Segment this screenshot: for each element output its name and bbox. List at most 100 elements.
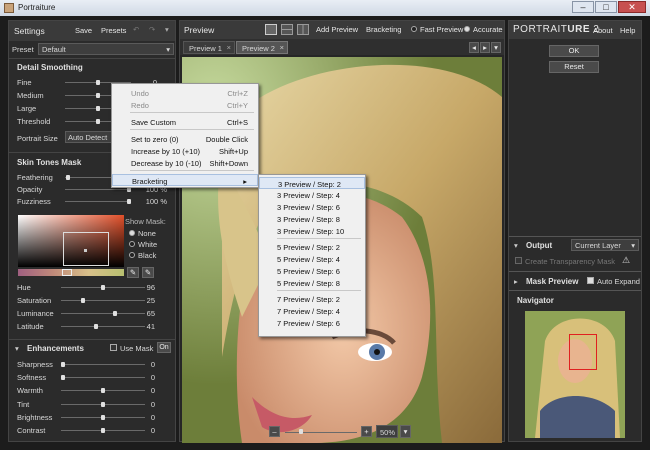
zoom-value-field[interactable]: 50% <box>376 425 398 438</box>
presets-button[interactable]: Presets <box>101 26 126 35</box>
context-menu-item[interactable]: Redo Ctrl+Y <box>112 99 258 111</box>
use-mask-checkbox[interactable] <box>110 344 117 351</box>
add-preview-button[interactable]: Add Preview <box>316 25 358 34</box>
slider-value: 0 <box>150 360 155 369</box>
mask-radio-label: White <box>138 240 158 249</box>
undo-icon[interactable]: ↶ <box>133 25 139 34</box>
slider-knob[interactable] <box>93 324 98 329</box>
output-select[interactable]: Current Layer ▾ <box>571 239 639 251</box>
color-picker-field[interactable] <box>18 215 124 267</box>
context-menu-item[interactable]: Save Custom Ctrl+S <box>112 116 258 128</box>
slider-knob[interactable] <box>101 428 105 433</box>
chevron-down-icon: ▾ <box>166 45 170 54</box>
mask-preview-expand-icon[interactable]: ▸ <box>514 277 518 286</box>
bracketing-option[interactable]: 5 Preview / Step: 2 <box>259 241 365 253</box>
output-collapse-icon[interactable]: ▾ <box>514 241 518 250</box>
slider-knob[interactable] <box>101 388 105 394</box>
slider-knob[interactable] <box>61 362 65 367</box>
preset-select[interactable]: Default ▾ <box>38 43 174 55</box>
slider-knob[interactable] <box>96 119 100 124</box>
bracketing-button[interactable]: Bracketing <box>366 25 401 34</box>
bracketing-option[interactable]: 3 Preview / Step: 10 <box>259 225 365 237</box>
enhancements-on-toggle[interactable]: On <box>157 342 171 353</box>
bracketing-option[interactable]: 3 Preview / Step: 8 <box>259 213 365 225</box>
slider-label: Brightness <box>17 412 53 422</box>
detail-smoothing-title: Detail Smoothing <box>17 63 83 72</box>
tab-scroll-left-icon[interactable]: ◂ <box>469 42 479 53</box>
bracketing-option[interactable]: 5 Preview / Step: 4 <box>259 253 365 265</box>
navigator-thumbnail[interactable] <box>525 311 625 438</box>
tab-list-icon[interactable]: ▾ <box>491 42 501 53</box>
close-icon[interactable]: × <box>280 43 284 52</box>
slider[interactable] <box>65 199 131 204</box>
menu-separator <box>130 112 254 113</box>
bracketing-option[interactable]: 7 Preview / Step: 2 <box>259 293 365 305</box>
bracketing-option[interactable]: 7 Preview / Step: 6 <box>259 317 365 329</box>
right-panel: PORTRAITURE 2 About Help OK Reset ▾ Outp… <box>508 20 642 442</box>
close-button[interactable]: ✕ <box>618 1 646 13</box>
slider[interactable] <box>65 187 131 192</box>
settings-menu-chevron-icon[interactable]: ▾ <box>165 25 169 34</box>
slider-label: Hue <box>17 283 31 292</box>
slider-knob[interactable] <box>96 80 100 85</box>
save-button[interactable]: Save <box>75 26 92 35</box>
zoom-in-button[interactable]: + <box>361 426 372 437</box>
reset-button[interactable]: Reset <box>549 61 599 73</box>
split-view-icon[interactable] <box>281 24 293 35</box>
side-by-side-icon[interactable] <box>297 24 309 35</box>
tab-preview-2[interactable]: Preview 2 × <box>236 41 288 54</box>
zoom-dropdown-chevron-icon[interactable]: ▾ <box>400 425 411 438</box>
hue-strip[interactable] <box>18 269 124 276</box>
context-menu-item[interactable]: Increase by 10 (+10) Shift+Up <box>112 145 258 157</box>
about-button[interactable]: About <box>593 26 613 35</box>
slider-knob[interactable] <box>113 311 117 316</box>
eyedropper-minus-icon[interactable]: ✎ <box>142 267 154 278</box>
single-view-icon[interactable] <box>265 24 277 35</box>
slider-knob[interactable] <box>66 175 71 180</box>
slider-knob[interactable] <box>101 401 105 407</box>
maximize-button[interactable]: □ <box>595 1 617 13</box>
bracketing-option[interactable]: 3 Preview / Step: 6 <box>259 201 365 213</box>
slider-knob[interactable] <box>61 375 65 381</box>
slider-label: Fuzziness <box>17 197 51 206</box>
tab-preview-1[interactable]: Preview 1 × <box>183 41 235 54</box>
menu-separator <box>130 170 254 171</box>
transparency-checkbox[interactable] <box>515 257 522 264</box>
bracketing-option[interactable]: 7 Preview / Step: 4 <box>259 305 365 317</box>
bracketing-option[interactable]: 3 Preview / Step: 2 <box>259 177 365 189</box>
fast-preview-radio[interactable] <box>411 26 417 32</box>
close-icon[interactable]: × <box>227 43 231 52</box>
bracketing-option[interactable]: 3 Preview / Step: 4 <box>259 189 365 201</box>
accurate-radio[interactable] <box>464 26 470 32</box>
slider-knob[interactable] <box>81 298 85 303</box>
mask-radio-label: Black <box>138 251 157 260</box>
context-menu-item[interactable]: Decrease by 10 (-10) Shift+Down <box>112 157 258 169</box>
slider-knob[interactable] <box>101 285 105 290</box>
slider-label: Medium <box>17 91 44 100</box>
zoom-out-button[interactable]: – <box>269 426 280 437</box>
mask-radio-none[interactable] <box>129 230 135 236</box>
collapse-icon[interactable]: ▾ <box>15 344 19 353</box>
auto-expand-checkbox[interactable] <box>587 277 594 284</box>
slider-knob[interactable] <box>96 93 100 98</box>
navigator-viewport-box[interactable] <box>569 334 597 370</box>
minimize-button[interactable]: – <box>572 1 594 13</box>
bracketing-option[interactable]: 5 Preview / Step: 6 <box>259 265 365 277</box>
slider-knob[interactable] <box>101 414 105 420</box>
eyedropper-icon[interactable]: ✎ <box>127 267 139 278</box>
slider-knob[interactable] <box>96 106 100 111</box>
redo-icon[interactable]: ↷ <box>149 25 155 34</box>
context-menu-item[interactable]: Set to zero (0) Double Click <box>112 133 258 145</box>
bracketing-submenu: 3 Preview / Step: 23 Preview / Step: 43 … <box>258 174 366 337</box>
mask-radio-white[interactable] <box>129 241 135 247</box>
help-button[interactable]: Help <box>620 26 635 35</box>
ok-button[interactable]: OK <box>549 45 599 57</box>
portrait-size-select[interactable]: Auto Detect <box>65 131 113 143</box>
context-menu-item[interactable]: Bracketing ▸ <box>112 174 258 186</box>
tab-scroll-right-icon[interactable]: ▸ <box>480 42 490 53</box>
slider-knob[interactable] <box>127 199 131 204</box>
context-menu-item[interactable]: Undo Ctrl+Z <box>112 87 258 99</box>
bracketing-option[interactable]: 5 Preview / Step: 8 <box>259 277 365 289</box>
mask-radio-black[interactable] <box>129 252 135 258</box>
navigator-title: Navigator <box>517 296 554 305</box>
